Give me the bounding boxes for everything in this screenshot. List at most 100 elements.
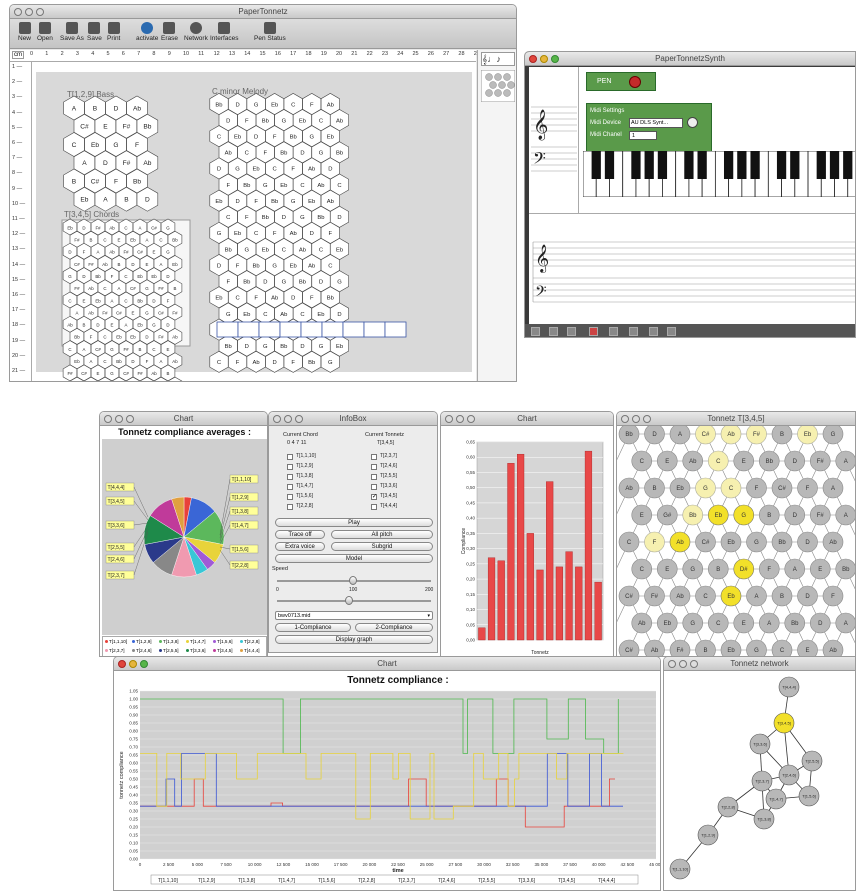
tool-icon-7[interactable]: [649, 327, 658, 336]
synth-titlebar: PaperTonnetzSynth: [525, 52, 855, 66]
checkbox-0[interactable]: [287, 454, 293, 460]
toolbar-button-save[interactable]: Save: [87, 22, 102, 42]
record-icon[interactable]: [589, 327, 598, 336]
checkbox-r4[interactable]: ✓: [371, 494, 377, 500]
midi-settings-label: Midi Settings: [590, 108, 625, 114]
play-button[interactable]: Play: [275, 518, 433, 527]
checkbox-r2[interactable]: [371, 474, 377, 480]
hex-note: B: [167, 371, 170, 376]
extra-voice-button[interactable]: Extra voice: [275, 542, 325, 551]
tonnetz-network-graph[interactable]: T[4,4,4] T[3,4,5] T[3,3,6] T[2,5,5] T[2,4,6]…: [664, 671, 856, 891]
tonnetz-grid[interactable]: Bb D A C# Ab F# B Eb G C E Ab C E Bb D F# A Ab B Eb G C F C# F A E G…: [617, 426, 856, 657]
toolbar-button-activate[interactable]: activate: [136, 22, 158, 42]
black-key: [604, 151, 615, 179]
hex-note: Ab: [109, 225, 115, 230]
checkbox-3[interactable]: [287, 484, 293, 490]
close-icon[interactable]: [14, 8, 22, 16]
zoom-icon[interactable]: [126, 415, 134, 423]
hex-note: D: [328, 167, 332, 173]
minimize-icon[interactable]: [456, 415, 464, 423]
hex-note: G: [110, 347, 114, 352]
midi-device-refresh-icon[interactable]: [687, 117, 698, 128]
toolbar-button-pen-status[interactable]: Pen Status: [254, 22, 286, 42]
close-icon[interactable]: [118, 660, 126, 668]
checkbox-r3[interactable]: [371, 484, 377, 490]
zoom-icon[interactable]: [690, 660, 698, 668]
file-select[interactable]: bwv0713.mid ▾: [275, 611, 433, 620]
hex-note: D: [282, 215, 286, 221]
zoom-icon[interactable]: [643, 415, 651, 423]
minimize-icon[interactable]: [129, 660, 137, 668]
midi-chanel-input[interactable]: 1: [629, 131, 657, 140]
compliance2-button[interactable]: 2-Compliance: [355, 623, 433, 632]
compliance1-button[interactable]: 1-Compliance: [275, 623, 351, 632]
checkbox-r5[interactable]: [371, 504, 377, 510]
zoom-icon[interactable]: [36, 8, 44, 16]
legend-label: T[1,1,10]: [158, 878, 178, 884]
x-tick-label: 15 000: [305, 862, 319, 867]
midi-device-select[interactable]: AU DLS Synt...: [629, 118, 683, 128]
staff-icon[interactable]: 𝄞♩♪: [481, 52, 515, 66]
callout-label: T[4,4,4]: [108, 485, 126, 491]
checkbox-5[interactable]: [287, 504, 293, 510]
close-icon[interactable]: [273, 415, 281, 423]
minimize-icon[interactable]: [679, 660, 687, 668]
checkbox-4[interactable]: [287, 494, 293, 500]
minimize-icon[interactable]: [284, 415, 292, 423]
ruler-unit[interactable]: cm: [12, 51, 24, 59]
display-graph-button[interactable]: Display graph: [275, 635, 433, 644]
checkbox-r0[interactable]: [371, 454, 377, 460]
model-button[interactable]: Model: [275, 554, 433, 563]
tonnetz-note: Bb: [791, 621, 799, 627]
close-icon[interactable]: [445, 415, 453, 423]
toolbar-button-save-as[interactable]: Save As: [60, 22, 84, 42]
toolbar-button-new[interactable]: New: [18, 22, 31, 42]
window-title: Chart: [173, 414, 194, 423]
progress-slider-track[interactable]: [277, 600, 431, 602]
close-icon[interactable]: [621, 415, 629, 423]
pen-status-led[interactable]: [629, 76, 641, 88]
tool-icon-2[interactable]: [549, 327, 558, 336]
toolbar-button-open[interactable]: Open: [37, 22, 53, 42]
minimize-icon[interactable]: [25, 8, 33, 16]
tool-icon-1[interactable]: [531, 327, 540, 336]
tonnetz-thumbnail-icon[interactable]: [481, 70, 515, 102]
ruler-number: 13: [228, 51, 236, 57]
all-pitch-button[interactable]: All pitch: [331, 530, 433, 539]
tool-icon-3[interactable]: [567, 327, 576, 336]
close-icon[interactable]: [104, 415, 112, 423]
toolbar-button-erase[interactable]: Erase: [161, 22, 178, 42]
toolbar-button-interfaces[interactable]: Interfaces: [210, 22, 239, 42]
tonnetz-note: Eb: [676, 486, 684, 492]
checkbox-2[interactable]: [287, 474, 293, 480]
checkbox-r1[interactable]: [371, 464, 377, 470]
hex-note: F: [135, 142, 139, 149]
black-key: [644, 151, 654, 179]
toolbar-button-network[interactable]: Network: [184, 22, 208, 42]
zoom-icon[interactable]: [467, 415, 475, 423]
zoom-icon[interactable]: [295, 415, 303, 423]
trace-off-button[interactable]: Trace off: [275, 530, 325, 539]
minimize-icon[interactable]: [115, 415, 123, 423]
x-tick-label: 40 000: [592, 862, 606, 867]
hex-note: D: [114, 105, 119, 112]
minimize-icon[interactable]: [632, 415, 640, 423]
tool-icon-5[interactable]: [609, 327, 618, 336]
tool-icon-6[interactable]: [629, 327, 638, 336]
toolbar-button-print[interactable]: Print: [107, 22, 120, 42]
zoom-icon[interactable]: [140, 660, 148, 668]
zoom-icon[interactable]: [551, 55, 559, 63]
piano-keyboard[interactable]: [583, 151, 856, 197]
tool-icon-8[interactable]: [667, 327, 676, 336]
hex-note: Bb: [308, 360, 315, 366]
close-icon[interactable]: [529, 55, 537, 63]
minimize-icon[interactable]: [540, 55, 548, 63]
network-node-label: T[2,4,6]: [782, 773, 796, 778]
speed-slider-thumb[interactable]: [349, 576, 357, 585]
close-icon[interactable]: [668, 660, 676, 668]
progress-slider-thumb[interactable]: [345, 596, 353, 605]
checkbox-1[interactable]: [287, 464, 293, 470]
subgrid-button[interactable]: Subgrid: [331, 542, 433, 551]
hex-note: Eb: [91, 142, 99, 149]
tonnetz-note: C#: [625, 648, 633, 654]
